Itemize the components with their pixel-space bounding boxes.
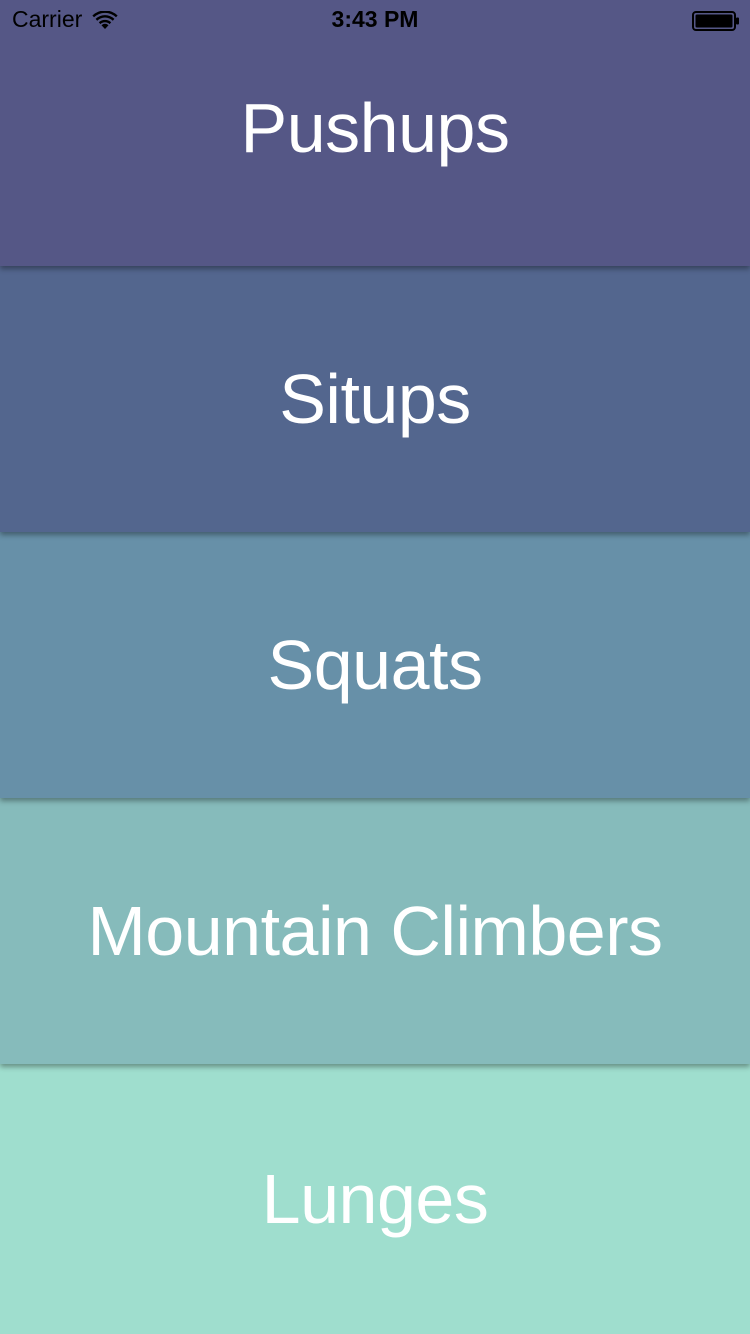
screen: Carrier 3:43 PM Pushups Situps Squats Mo…: [0, 0, 750, 1334]
exercise-label: Lunges: [261, 1160, 489, 1238]
status-time: 3:43 PM: [331, 6, 419, 32]
exercise-label: Pushups: [240, 89, 510, 167]
exercise-row-situps[interactable]: Situps: [0, 266, 750, 532]
exercise-row-mountain-climbers[interactable]: Mountain Climbers: [0, 798, 750, 1064]
exercise-row-lunges[interactable]: Lunges: [0, 1064, 750, 1334]
exercise-list: Pushups Situps Squats Mountain Climbers …: [0, 0, 750, 1334]
exercise-label: Situps: [279, 360, 471, 438]
status-bar: Carrier 3:43 PM: [0, 0, 750, 40]
exercise-label: Squats: [267, 626, 483, 704]
exercise-row-squats[interactable]: Squats: [0, 532, 750, 798]
battery-icon: [692, 11, 740, 31]
exercise-label: Mountain Climbers: [87, 892, 663, 970]
